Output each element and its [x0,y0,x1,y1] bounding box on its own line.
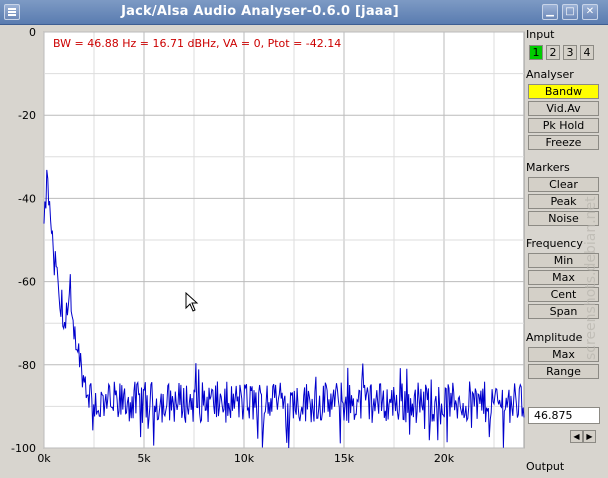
app-window: Jack/Alsa Audio Analyser-0.6.0 [jaaa] ▁ … [0,0,608,478]
markers-section-label: Markers [526,161,570,174]
x-tick-label: 20k [434,452,455,465]
input-button-4[interactable]: 4 [580,45,594,60]
minimize-icon[interactable]: ▁ [542,4,558,20]
increase-arrow-icon[interactable]: ▶ [583,430,596,443]
title-bar[interactable]: Jack/Alsa Audio Analyser-0.6.0 [jaaa] ▁ … [0,0,608,25]
x-tick-label: 10k [234,452,255,465]
x-tick-label: 0k [37,452,51,465]
amp-range-button[interactable]: Range [528,364,599,379]
mouse-pointer-icon [185,292,199,312]
frequency-section-label: Frequency [526,237,583,250]
input-button-3[interactable]: 3 [563,45,577,60]
y-tick-label: -40 [18,192,36,205]
y-tick-label: -80 [18,359,36,372]
watermark: screenshots.debian.net [583,196,599,360]
decrease-arrow-icon[interactable]: ◀ [570,430,583,443]
spectrum-chart[interactable]: 0 -20 -40 -60 -80 -1000k 5k 10k 15k 20k BW = 46.88… [0,25,525,478]
window-title: Jack/Alsa Audio Analyser-0.6.0 [jaaa] [121,4,399,19]
y-tick-label: -100 [11,442,36,455]
maximize-icon[interactable]: □ [562,4,578,20]
bandw-button[interactable]: Bandw [528,84,599,99]
value-input[interactable]: 46.875 [528,407,600,424]
x-tick-label: 15k [334,452,355,465]
y-tick-label: 0 [29,26,36,39]
close-icon[interactable]: ✕ [582,4,598,20]
spectrum-plot[interactable]: 0 -20 -40 -60 -80 -100 0k 5k 10k 15k 20k BW = 46.88… [0,25,525,478]
y-tick-label: -20 [18,109,36,122]
bandwidth-info-text: BW = 46.88 Hz = 16.71 dBHz, VA = 0, Ptot… [53,37,341,50]
output-section-label: Output [526,460,565,473]
input-button-1[interactable]: 1 [529,45,543,60]
amplitude-section-label: Amplitude [526,331,583,344]
x-tick-label: 5k [137,452,151,465]
y-tick-label: -60 [18,276,36,289]
input-section-label: Input [526,28,555,41]
input-button-2[interactable]: 2 [546,45,560,60]
analyser-section-label: Analyser [526,68,574,81]
